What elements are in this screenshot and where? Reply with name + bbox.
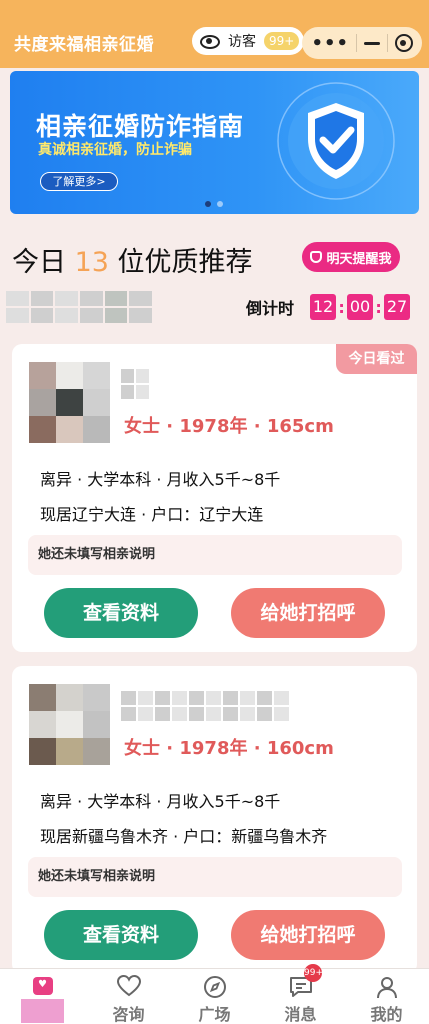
learn-more-button[interactable]: 了解更多> <box>40 172 118 191</box>
miniapp-capsule: ••• <box>302 27 422 59</box>
tab-messages-label: 消息 <box>284 1005 317 1024</box>
dating-note: 她还未填写相亲说明 <box>28 535 402 575</box>
tab-home-label <box>21 999 64 1023</box>
view-profile-button[interactable]: 查看资料 <box>44 910 198 960</box>
name-mosaic <box>121 369 149 399</box>
avatar[interactable] <box>29 684 110 765</box>
greet-button[interactable]: 给她打招呼 <box>231 910 385 960</box>
greet-button[interactable]: 给她打招呼 <box>231 588 385 638</box>
tab-messages[interactable]: 消息 <box>258 969 343 1024</box>
bell-icon <box>310 251 323 263</box>
profile-card[interactable]: 今日看过 女士 · 1978年 · 165cm 离异 · 大学本科 · 月收入5… <box>12 344 417 652</box>
avatar[interactable] <box>29 362 110 443</box>
tab-consult[interactable]: 咨询 <box>86 969 171 1024</box>
countdown-seconds: 27 <box>384 294 411 320</box>
heart-icon <box>116 974 141 1001</box>
compass-icon <box>203 975 227 1003</box>
visitor-button[interactable]: 访客 99+ <box>192 27 304 55</box>
user-icon <box>375 975 399 1003</box>
detail-line-status: 离异 · 大学本科 · 月收入5千~8千 <box>40 792 281 811</box>
bottom-tab-bar: 咨询 广场 消息 我的 <box>0 968 429 1024</box>
recommend-suffix: 位优质推荐 <box>117 247 253 278</box>
app-title: 共度来福相亲征婚 <box>14 35 154 55</box>
name-mosaic <box>121 691 289 721</box>
countdown-colon: : <box>338 297 345 317</box>
seen-today-tag: 今日看过 <box>336 344 417 374</box>
tab-mine[interactable]: 我的 <box>344 969 429 1024</box>
recommend-prefix: 今日 <box>12 247 66 278</box>
recommend-heading: 今日 13 位优质推荐 <box>12 240 253 279</box>
anti-fraud-banner[interactable]: 相亲征婚防诈指南 真诚相亲征婚，防止诈骗 了解更多> <box>10 71 419 214</box>
banner-subtitle: 真诚相亲征婚，防止诈骗 <box>38 142 192 158</box>
tab-consult-label: 咨询 <box>112 1005 145 1024</box>
countdown-minutes: 00 <box>347 294 374 320</box>
countdown-label: 倒计时 <box>246 299 295 318</box>
app-header: 共度来福相亲征婚 访客 99+ ••• <box>0 0 429 68</box>
carousel-dot[interactable] <box>205 201 211 207</box>
countdown-hours: 12 <box>310 294 337 320</box>
profile-card[interactable]: 女士 · 1978年 · 160cm 离异 · 大学本科 · 月收入5千~8千 … <box>12 666 417 974</box>
message-count-badge: 99+ <box>304 964 323 982</box>
visitor-count-badge: 99+ <box>264 32 300 50</box>
blurred-text-mosaic <box>6 291 152 323</box>
tab-home[interactable] <box>0 969 85 1024</box>
home-heart-icon <box>33 977 53 995</box>
shield-check-icon <box>276 81 396 201</box>
recommend-count: 13 <box>74 247 109 278</box>
capsule-divider <box>355 34 357 52</box>
countdown-timer: 倒计时 12 : 00 : 27 <box>246 294 411 320</box>
remind-tomorrow-button[interactable]: 明天提醒我 <box>302 242 400 272</box>
tab-square-label: 广场 <box>198 1005 231 1024</box>
minimize-icon[interactable] <box>363 41 380 45</box>
countdown-colon: : <box>375 297 382 317</box>
view-profile-button[interactable]: 查看资料 <box>44 588 198 638</box>
dating-note: 她还未填写相亲说明 <box>28 857 402 897</box>
eye-icon <box>200 35 220 49</box>
capsule-divider <box>386 34 388 52</box>
visitor-label: 访客 <box>228 34 256 50</box>
carousel-indicator <box>205 201 223 207</box>
carousel-dot[interactable] <box>217 201 223 207</box>
tab-mine-label: 我的 <box>370 1005 403 1024</box>
detail-line-status: 离异 · 大学本科 · 月收入5千~8千 <box>40 470 281 489</box>
detail-line-residence: 现居新疆乌鲁木齐 · 户口：新疆乌鲁木齐 <box>40 827 328 846</box>
tab-square[interactable]: 广场 <box>172 969 257 1024</box>
close-target-icon[interactable] <box>394 34 413 52</box>
basic-info: 女士 · 1978年 · 160cm <box>124 738 334 759</box>
more-dots-icon[interactable]: ••• <box>311 33 349 54</box>
remind-label: 明天提醒我 <box>326 251 392 267</box>
banner-title: 相亲征婚防诈指南 <box>36 112 245 141</box>
detail-line-residence: 现居辽宁大连 · 户口：辽宁大连 <box>40 505 264 524</box>
basic-info: 女士 · 1978年 · 165cm <box>124 416 334 437</box>
